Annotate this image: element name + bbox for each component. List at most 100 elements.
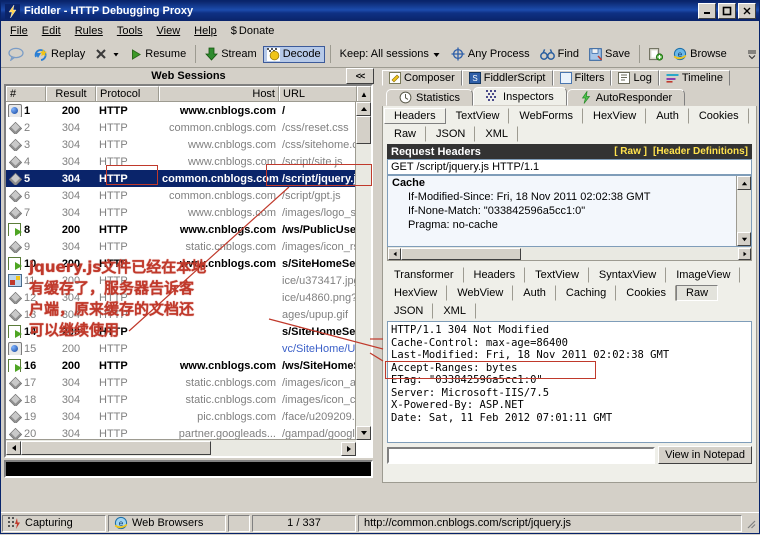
- request-tab-textview[interactable]: TextView: [446, 108, 510, 124]
- table-row[interactable]: 3304HTTPwww.cnblogs.com/css/sitehome.css: [6, 136, 371, 153]
- table-row[interactable]: 1200HTTPwww.cnblogs.com/: [6, 102, 371, 119]
- response-tab-textview[interactable]: TextView: [525, 267, 589, 283]
- response-tab-xml[interactable]: XML: [433, 303, 476, 319]
- scroll-right-button[interactable]: [341, 442, 356, 456]
- raw-link[interactable]: [ Raw ]: [614, 146, 647, 157]
- tab-inspectors[interactable]: Inspectors: [473, 87, 567, 106]
- table-row[interactable]: 5304HTTPcommon.cnblogs.com/script/jquery…: [6, 170, 371, 187]
- column-header-url[interactable]: URL: [279, 86, 357, 101]
- tab-autoresponder[interactable]: AutoResponder: [567, 89, 685, 106]
- capture-image-button[interactable]: [645, 46, 667, 63]
- remove-button[interactable]: [91, 46, 124, 63]
- menu-view[interactable]: View: [150, 23, 188, 39]
- response-tab-imageview[interactable]: ImageView: [666, 267, 740, 283]
- response-tab-headers[interactable]: Headers: [464, 267, 526, 283]
- request-tab-headers[interactable]: Headers: [384, 108, 446, 124]
- column-header-host[interactable]: Host: [159, 86, 279, 101]
- menu-help[interactable]: Help: [187, 23, 224, 39]
- replay-button[interactable]: Replay: [30, 46, 89, 63]
- table-row[interactable]: 15200HTTPvc/SiteHome/Use: [6, 340, 371, 357]
- tab-filters[interactable]: Filters: [553, 70, 612, 86]
- tab-statistics[interactable]: Statistics: [386, 89, 473, 106]
- stream-button[interactable]: Stream: [201, 45, 260, 63]
- table-row[interactable]: 4304HTTPwww.cnblogs.com/script/site.js: [6, 153, 371, 170]
- tree-hscroll-thumb[interactable]: [401, 248, 521, 260]
- response-tab-auth[interactable]: Auth: [513, 285, 556, 301]
- response-tab-cookies[interactable]: Cookies: [616, 285, 676, 301]
- status-browsers[interactable]: e Web Browsers: [108, 515, 226, 532]
- request-tabs-row-2[interactable]: RawJSONXML: [383, 124, 756, 142]
- table-row[interactable]: 16200HTTPwww.cnblogs.com/ws/SiteHomeServ…: [6, 357, 371, 374]
- table-row[interactable]: 7304HTTPwww.cnblogs.com/images/logo_smal…: [6, 204, 371, 221]
- keep-dropdown[interactable]: Keep: All sessions: [336, 46, 445, 63]
- comment-button[interactable]: [4, 45, 28, 63]
- sessions-hscrollbar[interactable]: [6, 439, 356, 456]
- response-tab-transformer[interactable]: Transformer: [384, 267, 464, 283]
- response-tab-caching[interactable]: Caching: [556, 285, 616, 301]
- request-tab-raw[interactable]: Raw: [384, 126, 426, 142]
- tree-scroll-left-button[interactable]: [388, 248, 401, 260]
- column-header-protocol[interactable]: Protocol: [96, 86, 159, 101]
- response-tab-webview[interactable]: WebView: [447, 285, 513, 301]
- table-row[interactable]: 8200HTTPwww.cnblogs.com/ws/PublicUserSer…: [6, 221, 371, 238]
- status-capturing[interactable]: Capturing: [2, 515, 106, 532]
- tree-scroll-right-button[interactable]: [738, 248, 751, 260]
- request-tree-hscrollbar[interactable]: [387, 247, 752, 261]
- tree-scroll-down-button[interactable]: [737, 232, 751, 246]
- resize-grip[interactable]: [743, 516, 757, 530]
- request-tab-auth[interactable]: Auth: [646, 108, 689, 124]
- resume-button[interactable]: Resume: [126, 46, 190, 63]
- view-in-notepad-button[interactable]: View in Notepad: [658, 446, 752, 464]
- decode-button[interactable]: Decode: [263, 46, 325, 63]
- minimize-button[interactable]: [698, 3, 716, 19]
- tree-scroll-up-button[interactable]: [737, 176, 751, 190]
- maximize-button[interactable]: [718, 3, 736, 19]
- table-row[interactable]: 18304HTTPstatic.cnblogs.com/images/icon_…: [6, 391, 371, 408]
- find-button[interactable]: Find: [536, 46, 583, 63]
- tree-group-cache[interactable]: Cache: [388, 176, 751, 190]
- request-tab-hexview[interactable]: HexView: [583, 108, 646, 124]
- tab-log[interactable]: Log: [611, 70, 658, 86]
- response-tab-hexview[interactable]: HexView: [384, 285, 447, 301]
- request-tab-json[interactable]: JSON: [426, 126, 475, 142]
- scroll-down-button[interactable]: [356, 426, 371, 440]
- vscroll-thumb[interactable]: [356, 116, 371, 144]
- tab-composer[interactable]: Composer: [382, 70, 462, 86]
- menu-rules[interactable]: Rules: [68, 23, 110, 39]
- request-tree-vscrollbar[interactable]: [736, 176, 751, 246]
- tab-timeline[interactable]: Timeline: [659, 70, 730, 86]
- table-row[interactable]: 19304HTTPpic.cnblogs.com/face/u209209.pn…: [6, 408, 371, 425]
- hscroll-thumb[interactable]: [21, 441, 211, 455]
- column-header-result[interactable]: Result: [46, 86, 96, 101]
- table-row[interactable]: 17304HTTPstatic.cnblogs.com/images/icon_…: [6, 374, 371, 391]
- column-header-num[interactable]: #: [6, 86, 46, 101]
- response-tabs-row-2[interactable]: HexViewWebViewAuthCachingCookiesRaw: [383, 283, 756, 301]
- any-process-button[interactable]: Any Process: [447, 45, 534, 63]
- response-tab-syntaxview[interactable]: SyntaxView: [589, 267, 666, 283]
- table-row[interactable]: 9304HTTPstatic.cnblogs.com/images/icon_r…: [6, 238, 371, 255]
- browse-button[interactable]: e Browse: [669, 45, 731, 63]
- header-definitions-link[interactable]: [Header Definitions]: [653, 146, 748, 157]
- response-tab-json[interactable]: JSON: [384, 303, 433, 319]
- sort-indicator[interactable]: ▲: [357, 86, 371, 101]
- table-row[interactable]: 6304HTTPcommon.cnblogs.com/script/gpt.js: [6, 187, 371, 204]
- toolbar-overflow-button[interactable]: [747, 47, 757, 61]
- request-tab-xml[interactable]: XML: [475, 126, 518, 142]
- response-raw-box[interactable]: HTTP/1.1 304 Not Modified Cache-Control:…: [387, 321, 752, 443]
- request-tab-webforms[interactable]: WebForms: [509, 108, 583, 124]
- table-row[interactable]: 2304HTTPcommon.cnblogs.com/css/reset.css: [6, 119, 371, 136]
- menu-edit[interactable]: Edit: [35, 23, 68, 39]
- response-tabs-row-3[interactable]: JSONXML: [383, 301, 756, 319]
- menu-tools[interactable]: Tools: [110, 23, 150, 39]
- save-button[interactable]: Save: [585, 46, 634, 63]
- menu-file[interactable]: File: [3, 23, 35, 39]
- response-tabs-row-1[interactable]: TransformerHeadersTextViewSyntaxViewImag…: [383, 265, 756, 283]
- sessions-vscrollbar[interactable]: [355, 102, 371, 440]
- request-tabs-row-1[interactable]: HeadersTextViewWebFormsHexViewAuthCookie…: [383, 106, 756, 124]
- collapse-button[interactable]: <<: [346, 68, 374, 84]
- scroll-up-button[interactable]: [356, 102, 371, 116]
- menu-donate[interactable]: $Donate: [224, 23, 282, 39]
- close-button[interactable]: [738, 3, 756, 19]
- scroll-left-button[interactable]: [6, 441, 21, 455]
- quickexec-box[interactable]: [4, 460, 373, 478]
